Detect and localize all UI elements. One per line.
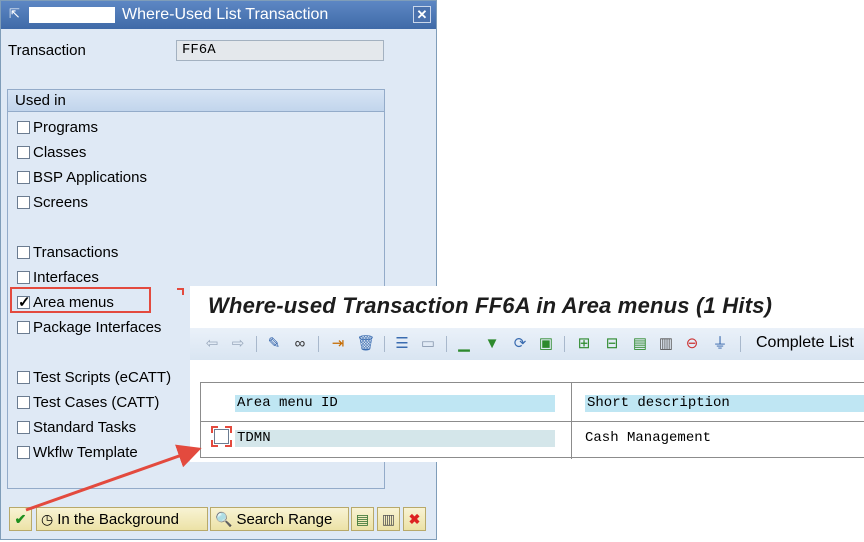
highlight-box xyxy=(10,287,151,313)
system-menu-icon[interactable]: ⇱ xyxy=(9,7,23,21)
option-programs[interactable]: Programs xyxy=(17,117,98,137)
separator xyxy=(384,336,385,352)
option-label: Standard Tasks xyxy=(33,418,137,436)
search-range-button[interactable]: 🔍 Search Range xyxy=(210,507,349,531)
transaction-field[interactable]: FF6A xyxy=(176,40,384,61)
filter-icon[interactable]: ⏚ xyxy=(710,334,730,354)
checkbox[interactable] xyxy=(17,170,30,184)
complete-list-button[interactable]: Complete List xyxy=(756,334,854,352)
option-package-interfaces[interactable]: Package Interfaces xyxy=(17,317,161,337)
collapse-icon[interactable]: ⊟ xyxy=(602,334,622,354)
separator xyxy=(740,336,741,352)
checkbox[interactable] xyxy=(17,145,30,159)
option-label: Screens xyxy=(33,193,89,211)
checkbox[interactable] xyxy=(17,195,30,209)
option-label: BSP Applications xyxy=(33,168,147,186)
deselect-all-icon[interactable]: ▥ xyxy=(656,334,676,354)
cancel-button[interactable]: ✖ xyxy=(403,507,426,531)
option-bsp-applications[interactable]: BSP Applications xyxy=(17,167,147,187)
checkbox[interactable] xyxy=(17,395,30,409)
option-label: Programs xyxy=(33,118,99,136)
button-label: In the Background xyxy=(57,510,179,528)
option-classes[interactable]: Classes xyxy=(17,142,86,162)
cell-short-description[interactable]: Cash Management xyxy=(585,430,711,447)
refresh-icon[interactable]: ⟳ xyxy=(510,334,530,354)
highlight-corner-mark xyxy=(177,288,184,295)
sort-icon[interactable]: ☰ xyxy=(392,334,412,354)
remove-icon[interactable]: ⊖ xyxy=(682,334,702,354)
checkbox[interactable] xyxy=(17,420,30,434)
used-in-header: Used in xyxy=(8,90,384,112)
checkbox[interactable] xyxy=(17,370,30,384)
result-title: Where-used Transaction FF6A in Area menu… xyxy=(208,293,773,318)
dialog-title: Where-Used List Transaction xyxy=(122,6,329,23)
option-label: Interfaces xyxy=(33,268,99,286)
column-header-area-menu-id[interactable]: Area menu ID xyxy=(235,395,555,412)
display-icon[interactable]: ∞ xyxy=(290,334,310,354)
option-label: Test Scripts (eCATT) xyxy=(33,368,172,386)
checkbox[interactable] xyxy=(17,270,30,284)
select-all-icon: ▤ xyxy=(355,510,370,527)
result-window: Where-used Transaction FF6A in Area menu… xyxy=(190,286,864,462)
option-label: Transactions xyxy=(33,243,119,261)
result-toolbar: ⇦ ⇨ ✎ ∞ ⇥ 🗑 ☰ ▭ ▁ ▼ ⟳ ▣ ⊞ ⊟ ▤ ▥ ⊖ ⏚ Comp… xyxy=(190,328,864,360)
edit-icon[interactable]: ✎ xyxy=(264,334,284,354)
deselect-all-icon: ▥ xyxy=(381,510,396,527)
redacted-area xyxy=(29,7,115,23)
clock-icon: ◷ xyxy=(41,510,54,527)
option-screens[interactable]: Screens xyxy=(17,192,88,212)
option-label: Test Cases (CATT) xyxy=(33,393,160,411)
transaction-label: Transaction xyxy=(8,42,86,59)
separator xyxy=(256,336,257,352)
delete-icon[interactable]: 🗑 xyxy=(356,334,376,354)
search-icon: 🔍 xyxy=(215,510,233,527)
move-icon[interactable]: ⇥ xyxy=(328,334,348,354)
in-background-button[interactable]: ◷ In the Background xyxy=(36,507,208,531)
expand-icon[interactable]: ⊞ xyxy=(574,334,594,354)
export-icon[interactable]: ▣ xyxy=(536,334,556,354)
separator xyxy=(446,336,447,352)
button-label: Search Range xyxy=(236,510,333,528)
option-test-scripts[interactable]: Test Scripts (eCATT) xyxy=(17,367,171,387)
option-interfaces[interactable]: Interfaces xyxy=(17,267,99,287)
back-icon[interactable]: ⇦ xyxy=(202,334,222,354)
option-test-cases[interactable]: Test Cases (CATT) xyxy=(17,392,159,412)
deselect-all-button[interactable]: ▥ xyxy=(377,507,400,531)
checkmark-icon: ✔ xyxy=(14,510,27,527)
filter-down-icon[interactable]: ▼ xyxy=(482,334,502,354)
cancel-icon: ✖ xyxy=(408,510,421,527)
dialog-title-bar: ⇱ Where-Used List Transaction ✕ xyxy=(1,1,436,29)
result-table: Area menu ID Short description TDMN Cash… xyxy=(200,382,864,459)
checkbox[interactable] xyxy=(17,445,30,459)
option-transactions[interactable]: Transactions xyxy=(17,242,118,262)
execute-button[interactable]: ✔ xyxy=(9,507,32,531)
checkbox[interactable] xyxy=(17,320,30,334)
option-label: Package Interfaces xyxy=(33,318,162,336)
select-all-button[interactable]: ▤ xyxy=(351,507,374,531)
column-header-short-description[interactable]: Short description xyxy=(585,395,864,412)
details-icon[interactable]: ▭ xyxy=(418,334,438,354)
close-icon[interactable]: ✕ xyxy=(413,6,431,23)
separator xyxy=(564,336,565,352)
cell-area-menu-id[interactable]: TDMN xyxy=(235,430,555,447)
option-workflow-template[interactable]: Wkflw Template xyxy=(17,442,138,462)
option-label: Wkflw Template xyxy=(33,443,138,461)
separator xyxy=(318,336,319,352)
row-divider xyxy=(201,421,864,422)
select-all-icon[interactable]: ▤ xyxy=(630,334,650,354)
sort-ascending-icon[interactable]: ▁ xyxy=(454,334,474,354)
option-standard-tasks[interactable]: Standard Tasks xyxy=(17,417,136,437)
row-select-checkbox[interactable] xyxy=(214,429,229,444)
option-label: Classes xyxy=(33,143,87,161)
checkbox[interactable] xyxy=(17,120,30,134)
checkbox[interactable] xyxy=(17,245,30,259)
forward-icon[interactable]: ⇨ xyxy=(228,334,248,354)
